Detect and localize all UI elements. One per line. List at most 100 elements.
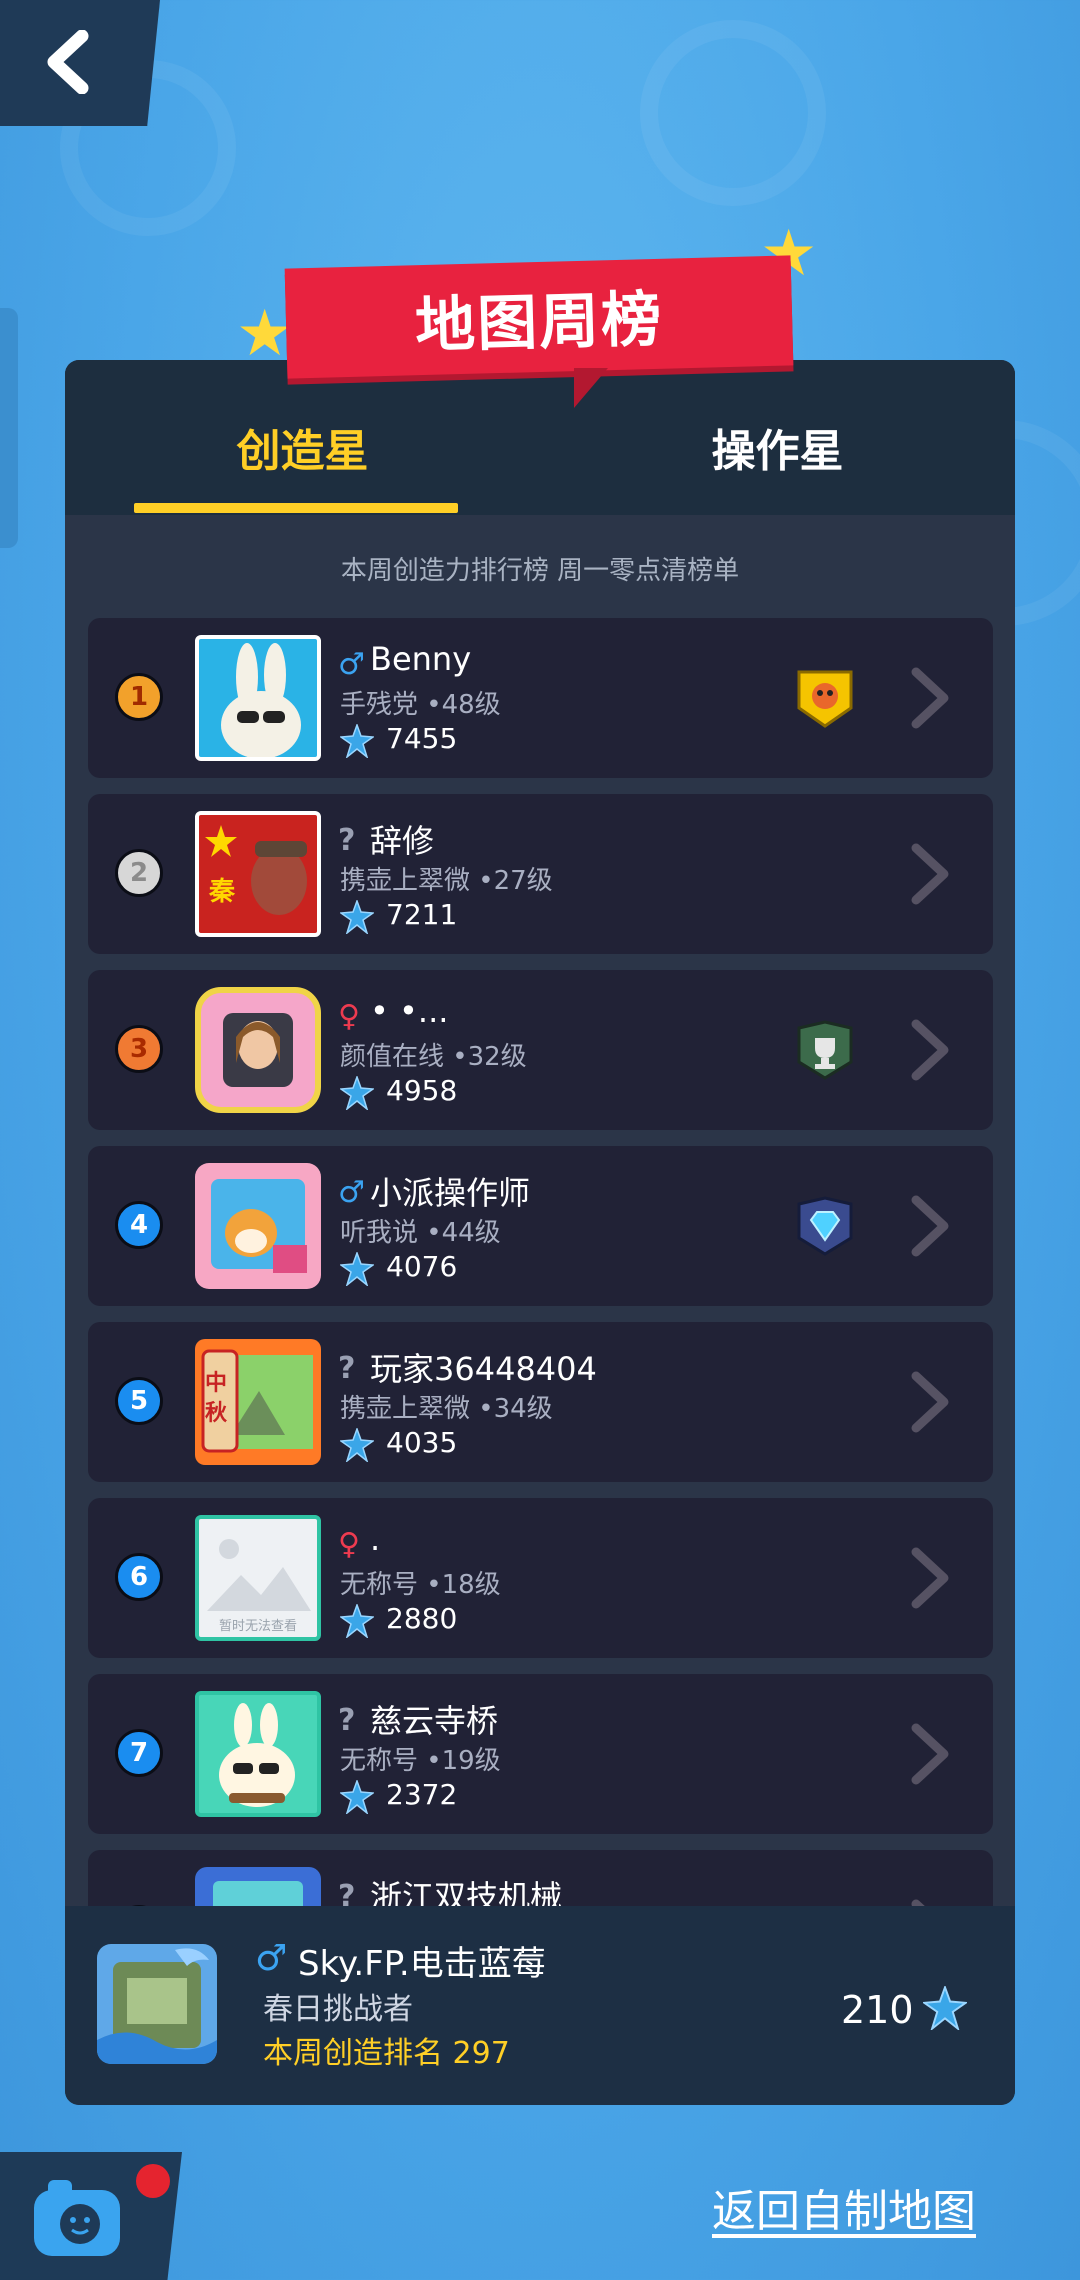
trophy-badge-icon[interactable] [795, 1020, 855, 1080]
player-level: 无称号 •18级 [340, 1570, 501, 1600]
chevron-right-icon[interactable] [908, 1546, 952, 1610]
leaderboard-list[interactable]: 1 ♂ Benny 手残党 •48级 7455 2 秦 ? 辞修 携壶上翠微 •… [88, 618, 993, 1906]
leaderboard-row[interactable]: 5 中秋 ? 玩家36448404 携壶上翠微 •34级 4035 [88, 1322, 993, 1482]
leaderboard-row[interactable]: 1 ♂ Benny 手残党 •48级 7455 [88, 618, 993, 778]
player-level: 听我说 •44级 [340, 1218, 501, 1248]
avatar [195, 1867, 321, 1906]
rank-medal: 2 [115, 849, 163, 897]
player-name: 浙江双技机械 [370, 1878, 563, 1906]
gender-unknown-icon: ? [338, 1879, 356, 1907]
star-decoration-icon: ★ [236, 297, 294, 371]
leaderboard-row[interactable]: 4 ♂ 小派操作师 听我说 •44级 4076 [88, 1146, 993, 1306]
star-crystal-icon [340, 1780, 374, 1814]
leaderboard-row[interactable]: 3 ♀ • •... 颜值在线 •32级 4958 [88, 970, 993, 1130]
diamond-badge-icon[interactable] [795, 1196, 855, 1256]
avatar: 秦 [195, 811, 321, 937]
leaderboard-panel: 创造星 操作星 本周创造力排行榜 周一零点清榜单 1 ♂ Benny 手残党 •… [65, 360, 1015, 2105]
player-score: 7211 [386, 898, 458, 931]
player-level: 颜值在线 •32级 [340, 1042, 527, 1072]
avatar-caption: 暂时无法查看 [218, 1619, 297, 1634]
player-name: 慈云寺桥 [370, 1702, 499, 1740]
my-rank-bar[interactable]: ♂ Sky.FP.电击蓝莓 春日挑战者 本周创造排名 297 210 [65, 1906, 1015, 2105]
chevron-right-icon[interactable] [908, 842, 952, 906]
gender-male-icon: ♂ [255, 1938, 288, 1979]
active-tab-indicator [134, 503, 458, 513]
tab-bar: 创造星 操作星 [65, 360, 1015, 515]
side-drawer-handle[interactable] [0, 308, 18, 548]
player-level: 携壶上翠微 •27级 [340, 866, 553, 896]
avatar [195, 635, 321, 761]
my-score: 210 [841, 1988, 914, 2032]
chevron-right-icon[interactable] [908, 1722, 952, 1786]
gold-face-badge-icon[interactable] [795, 668, 855, 728]
star-crystal-icon [340, 724, 374, 758]
rank-medal: 1 [115, 673, 163, 721]
avatar [195, 1163, 321, 1289]
title-ribbon: 地图周榜 [284, 255, 794, 379]
player-name: Benny [370, 640, 472, 678]
player-name: . [370, 1520, 381, 1558]
star-crystal-icon [340, 1252, 374, 1286]
star-crystal-icon [340, 1604, 374, 1638]
player-score: 7455 [386, 722, 458, 755]
leaderboard-subtitle: 本周创造力排行榜 周一零点清榜单 [340, 556, 740, 586]
avatar [195, 987, 321, 1113]
player-score: 2372 [386, 1778, 458, 1811]
player-level: 手残党 •48级 [340, 690, 501, 720]
leaderboard-row[interactable]: 6 暂时无法查看 ♀ . 无称号 •18级 2880 [88, 1498, 993, 1658]
star-crystal-icon [340, 900, 374, 934]
chevron-right-icon[interactable] [908, 1018, 952, 1082]
my-name: Sky.FP.电击蓝莓 [298, 1944, 546, 1984]
gender-unknown-icon: ? [338, 1351, 356, 1386]
avatar: 中秋 [195, 1339, 321, 1465]
rank-medal: 6 [115, 1553, 163, 1601]
player-score: 2880 [386, 1602, 458, 1635]
rank-medal: 7 [115, 1729, 163, 1777]
my-title: 春日挑战者 [263, 1992, 413, 2027]
leaderboard-row[interactable]: 2 秦 ? 辞修 携壶上翠微 •27级 7211 [88, 794, 993, 954]
background-pattern [640, 20, 826, 206]
player-level: 携壶上翠微 •34级 [340, 1394, 553, 1424]
leaderboard-row[interactable]: 8 ? 浙江双技机械 [88, 1850, 993, 1906]
page-title: 地图周榜 [414, 284, 665, 361]
player-name: • •... [370, 992, 449, 1030]
chevron-right-icon[interactable] [908, 1898, 952, 1906]
back-button[interactable] [0, 0, 160, 126]
chevron-right-icon[interactable] [908, 666, 952, 730]
tab-operator-star[interactable]: 操作星 [540, 415, 1015, 479]
chevron-right-icon[interactable] [908, 1194, 952, 1258]
star-crystal-icon [923, 1986, 967, 2030]
player-level: 无称号 •19级 [340, 1746, 501, 1776]
star-crystal-icon [340, 1428, 374, 1462]
avatar [195, 1691, 321, 1817]
avatar: 暂时无法查看 [195, 1515, 321, 1641]
my-avatar [97, 1944, 217, 2064]
avatar-caption: 中秋 [205, 1371, 228, 1426]
gender-male-icon: ♂ [338, 1175, 365, 1210]
chevron-left-icon [47, 30, 89, 94]
notification-dot [136, 2164, 170, 2198]
avatar-caption: 秦 [209, 877, 236, 907]
chevron-right-icon[interactable] [908, 1370, 952, 1434]
gender-unknown-icon: ? [338, 1703, 356, 1738]
player-score: 4035 [386, 1426, 458, 1459]
gender-female-icon: ♀ [338, 999, 360, 1034]
player-name: 小派操作师 [370, 1174, 531, 1212]
rank-medal: 3 [115, 1025, 163, 1073]
gender-female-icon: ♀ [338, 1527, 360, 1562]
gender-male-icon: ♂ [338, 647, 365, 682]
player-name: 玩家36448404 [370, 1350, 597, 1388]
gender-unknown-icon: ? [338, 823, 356, 858]
player-name: 辞修 [370, 822, 435, 860]
my-weekly-rank: 本周创造排名 297 [263, 2036, 510, 2071]
return-to-custom-maps-link[interactable]: 返回自制地图 [712, 2175, 976, 2239]
tab-creator-star[interactable]: 创造星 [65, 415, 540, 479]
rank-medal: 5 [115, 1377, 163, 1425]
player-score: 4958 [386, 1074, 458, 1107]
camera-icon [34, 2180, 120, 2256]
star-crystal-icon [340, 1076, 374, 1110]
ribbon-tail [574, 368, 608, 408]
rank-medal: 4 [115, 1201, 163, 1249]
player-score: 4076 [386, 1250, 458, 1283]
leaderboard-row[interactable]: 7 ? 慈云寺桥 无称号 •19级 2372 [88, 1674, 993, 1834]
